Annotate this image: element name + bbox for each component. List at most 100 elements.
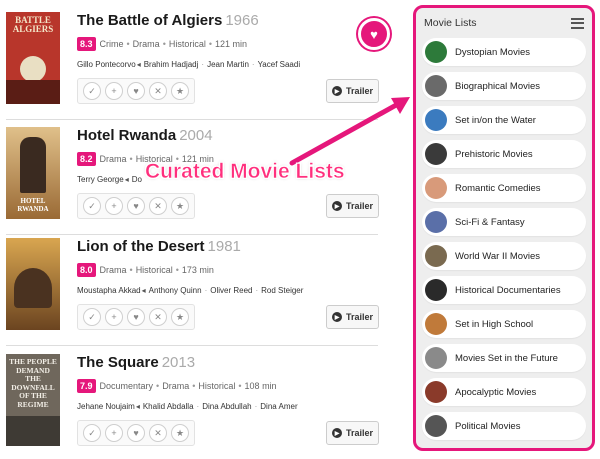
cast-link[interactable]: Brahim Hadjadj [144, 60, 199, 69]
close-icon[interactable]: ✕ [149, 424, 167, 442]
trailer-button[interactable]: ▶ Trailer [326, 79, 380, 103]
check-icon[interactable]: ✓ [83, 424, 101, 442]
runtime: 121 min [215, 39, 248, 49]
movie-poster[interactable]: BATTLE ALGIERS [6, 12, 60, 104]
poster-text: THE PEOPLE DEMAND THE DOWNFALL OF THE RE… [9, 357, 57, 409]
list-item[interactable]: Movies Set in the Future [422, 344, 586, 372]
check-icon[interactable]: ✓ [83, 308, 101, 326]
movie-credits: Terry George◂ Do [77, 175, 142, 184]
movie-credits: Jehane Noujaim◂ Khalid Abdalla · Dina Abdul… [77, 402, 298, 411]
movie-title[interactable]: The Battle of Algiers [77, 12, 222, 29]
genre: Historical [168, 39, 206, 49]
list-item-label: World War II Movies [455, 250, 540, 262]
list-item[interactable]: World War II Movies [422, 242, 586, 270]
star-icon[interactable]: ★ [171, 424, 189, 442]
list-item[interactable]: Set in/on the Water [422, 106, 586, 134]
poster-figure [6, 416, 60, 446]
list-thumbnail [425, 211, 447, 233]
list-item-label: Historical Documentaries [455, 284, 561, 296]
list-thumbnail [425, 143, 447, 165]
plus-icon[interactable]: + [105, 82, 123, 100]
list-thumbnail [425, 313, 447, 335]
genre: Drama [132, 39, 160, 49]
heart-icon[interactable]: ♥ [127, 197, 145, 215]
star-icon[interactable]: ★ [171, 82, 189, 100]
star-icon[interactable]: ★ [171, 197, 189, 215]
list-thumbnail [425, 177, 447, 199]
cast-link[interactable]: Khalid Abdalla [143, 402, 194, 411]
poster-text: BATTLE ALGIERS [12, 15, 54, 34]
movie-actions: ✓ + ♥ ✕ ★ [77, 193, 195, 219]
movie-meta: 7.9 Documentary • Drama • Historical • 108 min [77, 379, 277, 393]
heart-icon[interactable]: ♥ [127, 308, 145, 326]
genre: Drama [162, 381, 190, 391]
list-item[interactable]: Set in High School [422, 310, 586, 338]
cast-link[interactable]: Dina Amer [260, 402, 297, 411]
movie-poster[interactable]: HOTEL RWANDA [6, 127, 60, 219]
separator-dot: • [175, 265, 179, 275]
list-item[interactable]: Political Movies [422, 412, 586, 440]
plus-icon[interactable]: + [105, 197, 123, 215]
list-item[interactable]: Apocalyptic Movies [422, 378, 586, 406]
trailer-button[interactable]: ▶ Trailer [326, 194, 380, 218]
cast-link[interactable]: Yacef Saadi [258, 60, 301, 69]
list-item[interactable]: Biographical Movies [422, 72, 586, 100]
cast-link[interactable]: Do [132, 175, 142, 184]
movie-title[interactable]: The Square [77, 354, 159, 371]
separator-dot: • [129, 265, 133, 275]
trailer-label: Trailer [346, 428, 374, 438]
close-icon[interactable]: ✕ [149, 82, 167, 100]
cast-link[interactable]: Anthony Quinn [149, 286, 202, 295]
megaphone-icon: ◂ [124, 175, 129, 184]
close-icon[interactable]: ✕ [149, 308, 167, 326]
list-item[interactable]: Sci-Fi & Fantasy [422, 208, 586, 236]
cast-link[interactable]: Rod Steiger [261, 286, 303, 295]
list-view-icon[interactable] [571, 17, 584, 29]
megaphone-icon: ◂ [135, 402, 140, 411]
director-link[interactable]: Gillo Pontecorvo [77, 60, 136, 69]
separator-dot: · [251, 60, 255, 69]
plus-icon[interactable]: + [105, 308, 123, 326]
heart-badge-icon[interactable]: ♥ [358, 18, 390, 50]
movie-title[interactable]: Hotel Rwanda [77, 127, 176, 144]
movie-entry: BATTLE ALGIERS The Battle of Algiers 1966… [0, 12, 380, 112]
separator-dot: · [204, 286, 208, 295]
list-item-label: Set in High School [455, 318, 534, 330]
movie-title[interactable]: Lion of the Desert [77, 238, 205, 255]
list-item-label: Dystopian Movies [455, 46, 530, 58]
list-item[interactable]: Historical Documentaries [422, 276, 586, 304]
trailer-button[interactable]: ▶ Trailer [326, 305, 380, 329]
list-thumbnail [425, 381, 447, 403]
trailer-button[interactable]: ▶ Trailer [326, 421, 380, 445]
heart-icon[interactable]: ♥ [127, 424, 145, 442]
movie-year: 1966 [225, 12, 259, 29]
cast-link[interactable]: Oliver Reed [210, 286, 252, 295]
movie-list-container: Dystopian Movies Biographical Movies Set i… [416, 38, 592, 440]
separator-dot: • [156, 381, 160, 391]
runtime: 108 min [244, 381, 277, 391]
list-item-label: Apocalyptic Movies [455, 386, 537, 398]
genre: Historical [198, 381, 236, 391]
heart-icon[interactable]: ♥ [127, 82, 145, 100]
director-link[interactable]: Moustapha Akkad [77, 286, 141, 295]
list-item[interactable]: Dystopian Movies [422, 38, 586, 66]
check-icon[interactable]: ✓ [83, 197, 101, 215]
star-icon[interactable]: ★ [171, 308, 189, 326]
close-icon[interactable]: ✕ [149, 197, 167, 215]
check-icon[interactable]: ✓ [83, 82, 101, 100]
movie-poster[interactable]: THE PEOPLE DEMAND THE DOWNFALL OF THE RE… [6, 354, 60, 446]
list-thumbnail [425, 415, 447, 437]
movie-actions: ✓ + ♥ ✕ ★ [77, 420, 195, 446]
cast-link[interactable]: Jean Martin [207, 60, 249, 69]
director-link[interactable]: Jehane Noujaim [77, 402, 135, 411]
movie-poster[interactable] [6, 238, 60, 330]
plus-icon[interactable]: + [105, 424, 123, 442]
movie-title-row: Lion of the Desert 1981 [77, 238, 241, 256]
list-item[interactable]: Romantic Comedies [422, 174, 586, 202]
director-link[interactable]: Terry George [77, 175, 124, 184]
poster-figure [20, 137, 46, 193]
cast-link[interactable]: Dina Abdullah [202, 402, 251, 411]
list-thumbnail [425, 279, 447, 301]
list-item[interactable]: Prehistoric Movies [422, 140, 586, 168]
runtime: 173 min [181, 265, 214, 275]
